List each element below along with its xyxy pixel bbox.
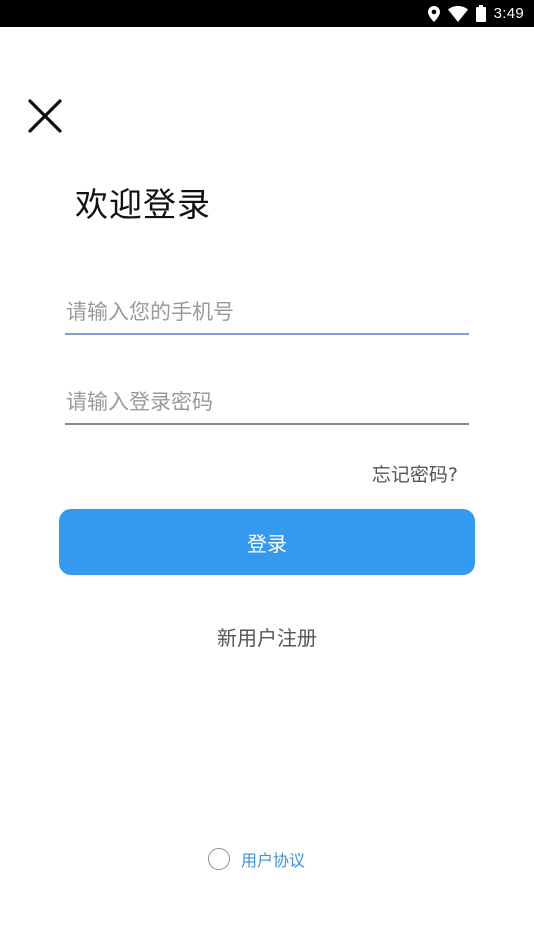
close-icon [28,99,62,133]
phone-input[interactable] [65,297,469,333]
password-input[interactable] [65,387,469,423]
status-icons: 3:49 [427,0,524,27]
page-title: 欢迎登录 [75,185,211,224]
agreement-radio[interactable] [208,848,230,870]
status-bar: 3:49 [0,0,534,27]
register-link[interactable]: 新用户注册 [0,622,534,651]
battery-icon [475,5,486,22]
location-icon [427,5,440,22]
phone-field [65,297,469,335]
password-underline [65,423,469,425]
user-agreement-link[interactable]: 用户协议 [241,847,305,871]
status-time: 3:49 [493,5,524,22]
agreement-row: 用户协议 [208,847,305,871]
password-field [65,387,469,425]
close-button[interactable] [26,97,64,135]
phone-underline [65,333,469,335]
forgot-password-link[interactable]: 忘记密码? [372,460,458,487]
login-button[interactable]: 登录 [59,509,475,575]
wifi-icon [447,5,468,22]
